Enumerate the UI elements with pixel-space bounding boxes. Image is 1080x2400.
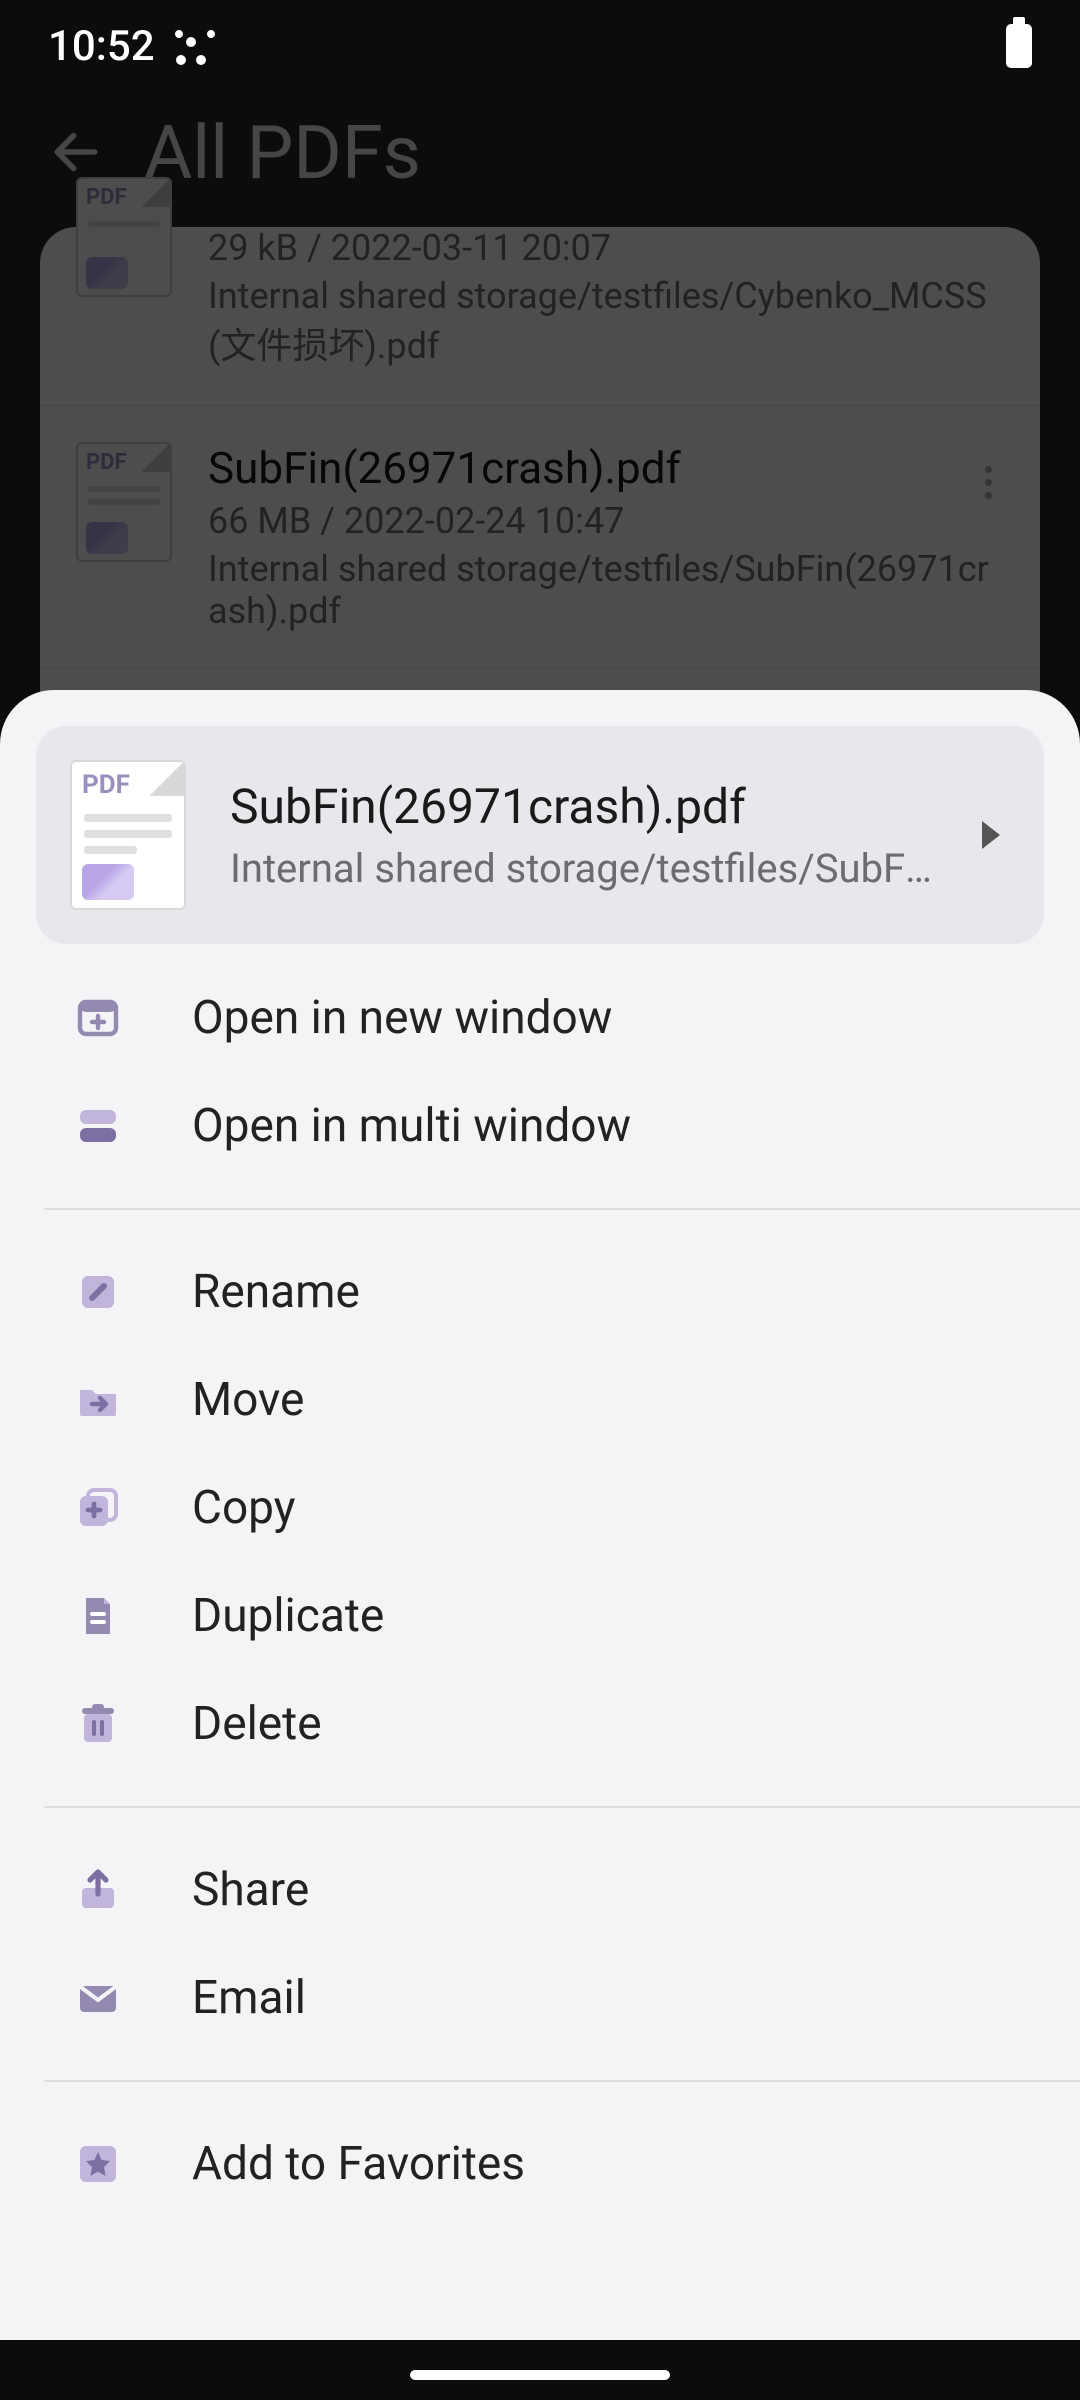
chevron-right-icon [982,821,1000,849]
rename-icon [74,1268,122,1316]
delete-icon [74,1700,122,1748]
divider [44,2080,1080,2082]
divider [44,1806,1080,1808]
status-time: 10:52 [48,22,155,71]
menu-label: Open in new window [192,991,612,1045]
menu-share[interactable]: Share [0,1836,1080,1944]
battery-icon [1006,24,1032,68]
status-bar: 10:52 [0,0,1080,92]
copy-icon [74,1484,122,1532]
divider [44,1208,1080,1210]
menu-open-multi-window[interactable]: Open in multi window [0,1072,1080,1180]
menu-duplicate[interactable]: Duplicate [0,1562,1080,1670]
pdf-thumbnail-icon: PDF [70,760,186,910]
share-icon [74,1866,122,1914]
menu-label: Duplicate [192,1589,384,1643]
menu-rename[interactable]: Rename [0,1238,1080,1346]
sheet-file-name: SubFin(26971crash).pdf [230,778,938,835]
menu-add-favorites[interactable]: Add to Favorites [0,2110,1080,2218]
menu-email[interactable]: Email [0,1944,1080,2052]
menu-label: Delete [192,1697,322,1751]
menu-label: Add to Favorites [192,2137,525,2191]
menu-label: Copy [192,1481,296,1535]
menu-label: Open in multi window [192,1099,631,1153]
menu-label: Move [192,1373,304,1427]
move-icon [74,1376,122,1424]
menu-open-new-window[interactable]: Open in new window [0,964,1080,1072]
menu-copy[interactable]: Copy [0,1454,1080,1562]
sync-icon [175,30,207,62]
menu-label: Share [192,1863,309,1917]
menu-label: Email [192,1971,306,2025]
sheet-file-header[interactable]: PDF SubFin(26971crash).pdf Internal shar… [36,726,1044,944]
menu-label: Rename [192,1265,360,1319]
menu-move[interactable]: Move [0,1346,1080,1454]
sheet-file-path: Internal shared storage/testfiles/SubFin… [230,845,938,892]
new-window-icon [74,994,122,1042]
star-icon [74,2140,122,2188]
home-indicator[interactable] [410,2370,670,2380]
multi-window-icon [74,1102,122,1150]
duplicate-icon [74,1592,122,1640]
bottom-sheet: PDF SubFin(26971crash).pdf Internal shar… [0,690,1080,2340]
menu-delete[interactable]: Delete [0,1670,1080,1778]
email-icon [74,1974,122,2022]
